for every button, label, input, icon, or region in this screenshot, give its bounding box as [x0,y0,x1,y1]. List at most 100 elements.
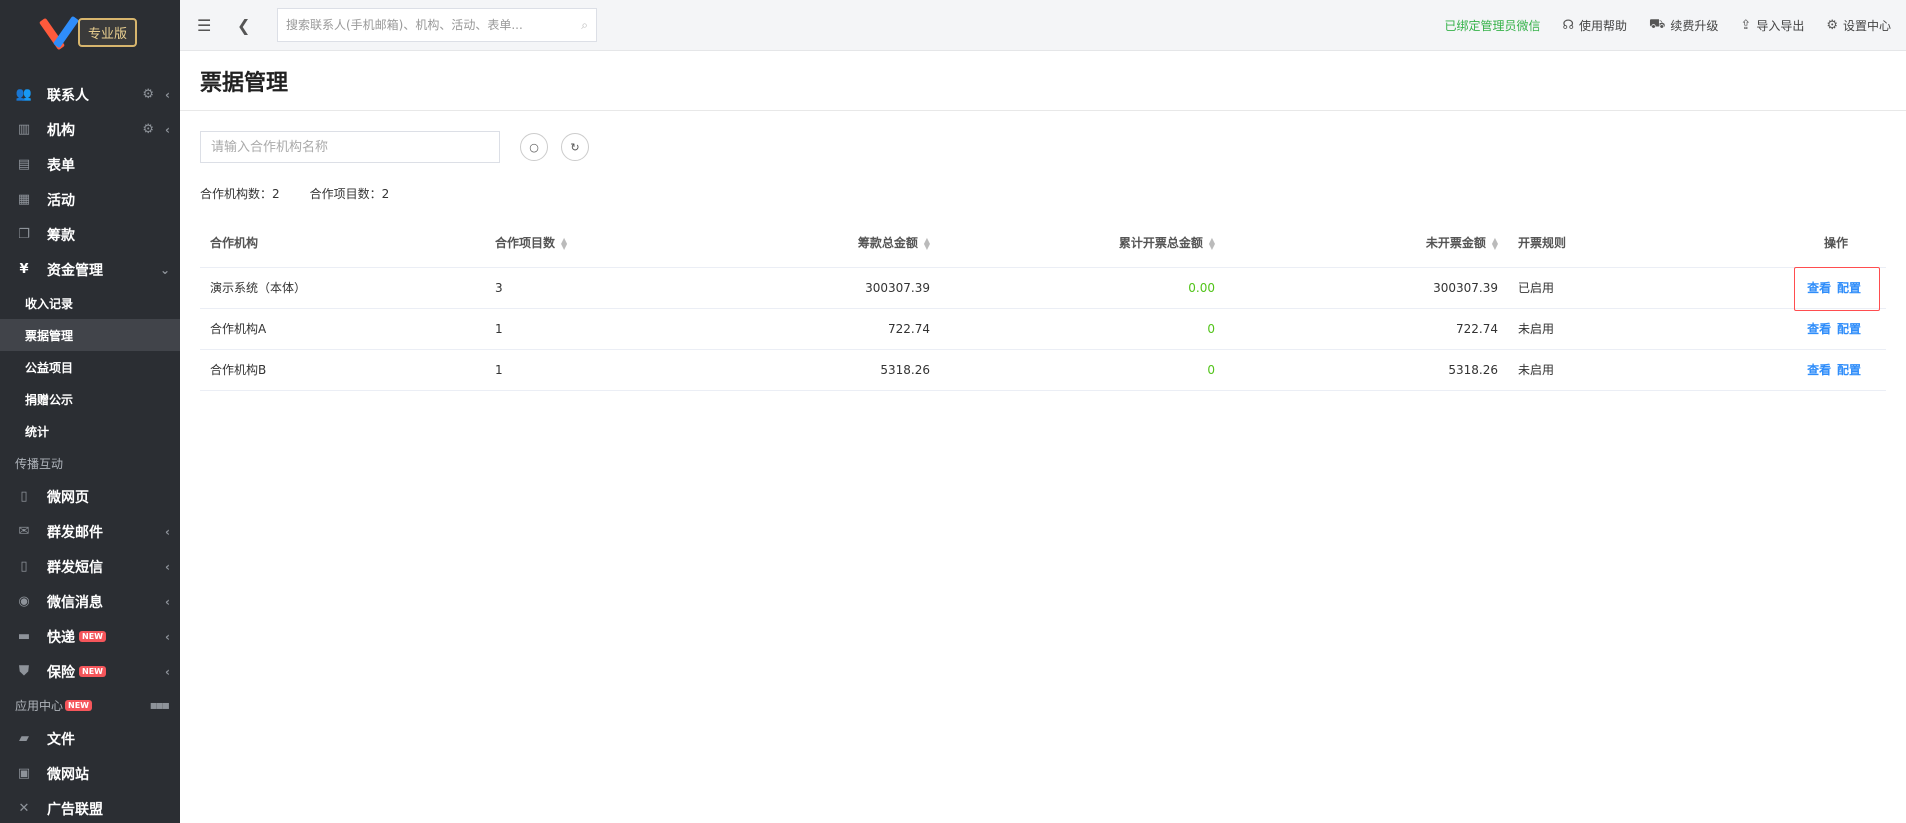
sidebar-subitem-income[interactable]: 收入记录 [0,287,180,319]
sidebar-subitem-donation-public[interactable]: 捐赠公示 [0,383,180,415]
col-projects[interactable]: 合作项目数 ▲ ▼ [485,219,655,268]
edition-badge: 专业版 [78,17,138,47]
chevron-left-icon[interactable]: ‹ [165,665,170,679]
config-link[interactable]: 配置 [1837,363,1861,377]
grid-icon[interactable]: ▪▪▪ [150,698,170,712]
view-link[interactable]: 查看 [1807,322,1831,336]
import-export-link[interactable]: ⇪ 导入导出 [1740,17,1804,34]
cards-icon: ❐ [18,227,30,242]
sort-icon[interactable]: ▲ ▼ [1492,236,1498,250]
invoice-table: 合作机构 合作项目数 ▲ ▼ 筹款总金额 ▲ ▼ 累计开票总金额 ▲ ▼ 未开票金额 ▲ ▼ 开… [200,219,1886,391]
table-header-row: 合作机构 合作项目数 ▲ ▼ 筹款总金额 ▲ ▼ 累计开票总金额 ▲ ▼ 未开票金额 ▲ ▼ 开… [200,219,1886,268]
sidebar-item-insurance[interactable]: ⛊ 保险 NEW ‹ [0,654,180,689]
upload-icon: ⇪ [1740,18,1752,33]
cell-rule: 未启用 [1508,349,1708,391]
search-icon[interactable]: ⌕ [581,18,588,33]
sort-icon[interactable]: ▲ ▼ [924,236,930,250]
sidebar-item-ad-union[interactable]: ✕ 广告联盟 [0,791,180,823]
sidebar-subitem-projects[interactable]: 公益项目 [0,351,180,383]
gear-icon[interactable]: ⚙ [142,87,154,102]
cell-raised: 300307.39 [655,267,940,309]
sidebar-item-mass-sms[interactable]: ▯ 群发短信 ‹ [0,549,180,584]
config-link[interactable]: 配置 [1837,322,1861,336]
refresh-icon: ↻ [570,140,580,154]
sidebar-item-files[interactable]: ▰ 文件 [0,721,180,756]
chevron-left-icon[interactable]: ‹ [165,595,170,609]
section-apps[interactable]: 应用中心 NEW ▪▪▪ [0,689,180,721]
table-row: 合作机构B 1 5318.26 0 5318.26 未启用 查看 配置 [200,349,1886,391]
cell-invoiced: 0.00 [940,267,1225,309]
sidebar-item-contacts[interactable]: 👥 联系人 ⚙ ‹ [0,77,180,112]
chevron-left-icon[interactable]: ‹ [165,560,170,574]
col-uninvoiced[interactable]: 未开票金额 ▲ ▼ [1225,219,1508,268]
gear-icon: ⚙ [1826,18,1838,33]
sidebar-item-forms[interactable]: ▤ 表单 [0,147,180,182]
sort-icon[interactable]: ▲ ▼ [1209,236,1215,250]
sidebar-item-microweb[interactable]: ▯ 微网页 [0,479,180,514]
page-title: 票据管理 [180,51,1906,111]
phone-icon: ▯ [20,559,28,574]
cell-rule: 已启用 [1508,267,1708,309]
sidebar-item-events[interactable]: ▦ 活动 [0,182,180,217]
header-actions: 已绑定管理员微信 ☊ 使用帮助 ⛟ 续费升级 ⇪ 导入导出 ⚙ 设置中心 [1444,0,1891,51]
cell-uninvoiced: 722.74 [1225,308,1508,350]
sidebar-item-wechat[interactable]: ◉ 微信消息 ‹ [0,584,180,619]
main-content: 票据管理 ○ ↻ 合作机构数：2 合作项目数：2 合作机构 合作项目数▲▼ 筹款… [180,51,1906,823]
new-badge: NEW [65,699,92,711]
yen-icon: ¥ [19,262,29,277]
cell-invoiced: 0 [940,308,1225,350]
cell-ops: 查看 配置 [1708,266,1886,311]
cart-icon: ⛟ [1649,17,1666,32]
org-name-input[interactable] [200,131,500,163]
sidebar: 专业版 👥 联系人 ⚙ ‹ ▥ 机构 ⚙ ‹ ▤ 表单 ▦ 活动 ❐ 筹款 ¥ … [0,0,180,823]
stat-project-count: 合作项目数：2 [309,187,390,201]
filter-bar: ○ ↻ [200,131,589,163]
chevron-left-icon[interactable]: ❮ [237,16,253,35]
chevron-left-icon[interactable]: ‹ [165,630,170,644]
col-raised[interactable]: 筹款总金额 ▲ ▼ [655,219,940,268]
headset-icon: ☊ [1562,18,1575,33]
col-invoiced[interactable]: 累计开票总金额 ▲ ▼ [940,219,1225,268]
section-spread: 传播互动 [15,456,64,471]
sidebar-item-org[interactable]: ▥ 机构 ⚙ ‹ [0,112,180,147]
sidebar-item-mass-mail[interactable]: ✉ 群发邮件 ‹ [0,514,180,549]
global-search-input[interactable] [286,18,582,32]
new-badge: NEW [79,666,106,677]
wechat-icon: ◉ [18,594,30,609]
sidebar-item-finance[interactable]: ¥ 资金管理 ⌄ [0,252,180,287]
global-search: ⌕ [277,8,597,42]
settings-link[interactable]: ⚙ 设置中心 [1826,17,1891,34]
gear-icon[interactable]: ⚙ [142,122,154,137]
chevron-left-icon[interactable]: ‹ [165,123,170,137]
wechat-bound-link[interactable]: 已绑定管理员微信 [1444,17,1540,34]
stat-org-count: 合作机构数：2 [200,187,280,201]
highlight-box [1794,266,1880,311]
sidebar-subitem-stats[interactable]: 统计 [0,415,180,447]
cell-projects: 3 [485,267,655,309]
building-icon: ▥ [17,122,31,137]
doc-icon: ▯ [20,489,28,504]
cell-invoiced: 0 [940,349,1225,391]
menu-icon[interactable]: ☰ [197,16,217,35]
chevron-down-icon[interactable]: ⌄ [160,263,170,277]
sort-icon[interactable]: ▲ ▼ [561,236,567,250]
logo[interactable]: 专业版 [0,0,180,64]
clipboard-icon: ▤ [17,157,31,172]
chevron-left-icon[interactable]: ‹ [165,88,170,102]
search-button[interactable]: ○ [520,133,548,161]
sidebar-subitem-invoice[interactable]: 票据管理 [0,319,180,351]
new-badge: NEW [79,631,106,642]
cell-projects: 1 [485,349,655,391]
sidebar-item-microsite[interactable]: ▣ 微网站 [0,756,180,791]
upgrade-link[interactable]: ⛟ 续费升级 [1649,17,1718,34]
chevron-left-icon[interactable]: ‹ [165,525,170,539]
view-link[interactable]: 查看 [1807,363,1831,377]
top-header: ☰ ❮ ⌕ 已绑定管理员微信 ☊ 使用帮助 ⛟ 续费升级 ⇪ 导入导出 ⚙ 设置… [180,0,1906,51]
sidebar-item-express[interactable]: ▬ 快递 NEW ‹ [0,619,180,654]
cell-org: 演示系统（本体） [200,267,485,309]
help-link[interactable]: ☊ 使用帮助 [1562,17,1627,34]
calendar-icon: ▦ [17,192,31,207]
reset-button[interactable]: ↻ [561,133,589,161]
folder-icon: ▰ [19,731,29,746]
sidebar-item-fundraise[interactable]: ❐ 筹款 [0,217,180,252]
